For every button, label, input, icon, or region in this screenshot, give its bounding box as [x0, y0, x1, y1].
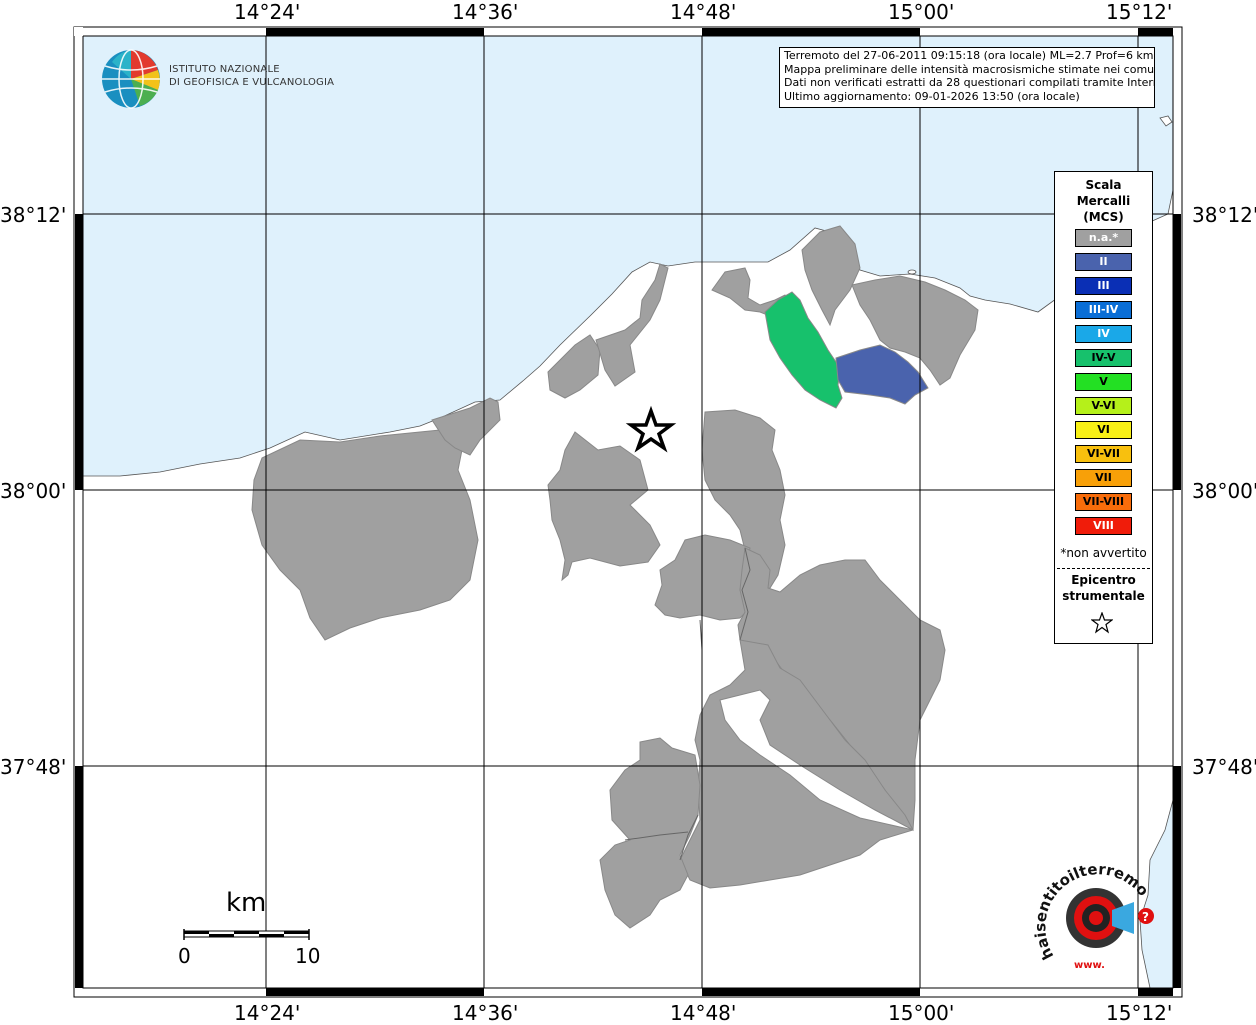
legend-item-ii: II [1075, 253, 1132, 271]
event-info-box: Terremoto del 27-06-2011 09:15:18 (ora l… [779, 47, 1155, 108]
legend-title: Scala Mercalli (MCS) [1055, 177, 1152, 225]
legend-epicenter-line2: strumentale [1062, 589, 1145, 603]
intensity-legend: Scala Mercalli (MCS) *non avvertito Epic… [1054, 171, 1153, 644]
event-info-line1: Terremoto del 27-06-2011 09:15:18 (ora l… [784, 49, 1154, 62]
legend-item-iii-iv: III-IV [1075, 301, 1132, 319]
y-tick-right-1: 38°12' [1192, 203, 1256, 227]
event-info-line3: Dati non verificati estratti da 28 quest… [784, 76, 1155, 89]
ingv-logo-line2: DI GEOFISICA E VULCANOLOGIA [169, 77, 335, 88]
legend-item-iii: III [1075, 277, 1132, 295]
x-tick-bottom-2: 14°36' [452, 1001, 519, 1025]
x-tick-top-2: 14°36' [452, 0, 519, 24]
legend-epicenter-title: Epicentro strumentale [1055, 572, 1152, 604]
legend-title-line3: (MCS) [1083, 210, 1124, 224]
x-tick-bottom-5: 15°12' [1106, 1001, 1173, 1025]
y-tick-right-3: 37°48' [1192, 755, 1256, 779]
legend-item-n-a: n.a.* [1075, 229, 1132, 247]
x-tick-top-4: 15°00' [888, 0, 955, 24]
y-tick-left-1: 38°12' [0, 203, 67, 227]
legend-title-line2: Mercalli [1076, 194, 1131, 208]
legend-star-icon [1091, 612, 1113, 634]
legend-item-vi-vii: VI-VII [1075, 445, 1132, 463]
legend-separator [1057, 568, 1150, 569]
svg-text:?: ? [1142, 910, 1149, 924]
ingv-logo-line1: ISTITUTO NAZIONALE [169, 64, 280, 75]
ingv-logo [102, 49, 160, 109]
scale-bar-unit: km [226, 888, 267, 918]
scale-bar-max: 10 [295, 944, 321, 968]
legend-item-v-vi: V-VI [1075, 397, 1132, 415]
y-tick-left-2: 38°00' [0, 479, 67, 503]
x-tick-top-3: 14°48' [670, 0, 737, 24]
ingv-logo-text: ISTITUTO NAZIONALE DI GEOFISICA E VULCAN… [169, 63, 334, 89]
legend-epicenter-line1: Epicentro [1071, 573, 1136, 587]
scale-bar-min: 0 [178, 944, 191, 968]
x-tick-bottom-4: 15°00' [888, 1001, 955, 1025]
x-tick-bottom-3: 14°48' [670, 1001, 737, 1025]
event-info-line4: Ultimo aggiornamento: 09-01-2026 13:50 (… [784, 89, 1080, 103]
legend-item-iv-v: IV-V [1075, 349, 1132, 367]
legend-item-v: V [1075, 373, 1132, 391]
event-info-line2: Mappa preliminare delle intensità macros… [784, 62, 1155, 76]
legend-item-vi: VI [1075, 421, 1132, 439]
svg-text:www.: www. [1074, 960, 1105, 971]
haisentito-logo: haisentitoilterremoto.it ? www. [1034, 856, 1154, 971]
legend-item-viii: VIII [1075, 517, 1132, 535]
x-tick-top-1: 14°24' [234, 0, 301, 24]
y-tick-right-2: 38°00' [1192, 479, 1256, 503]
legend-item-vii: VII [1075, 469, 1132, 487]
x-tick-top-5: 15°12' [1106, 0, 1173, 24]
legend-item-iv: IV [1075, 325, 1132, 343]
y-tick-left-3: 37°48' [0, 755, 67, 779]
legend-note: *non avvertito [1060, 546, 1147, 560]
legend-item-vii-viii: VII-VIII [1075, 493, 1132, 511]
x-tick-bottom-1: 14°24' [234, 1001, 301, 1025]
legend-title-line1: Scala [1085, 178, 1122, 192]
